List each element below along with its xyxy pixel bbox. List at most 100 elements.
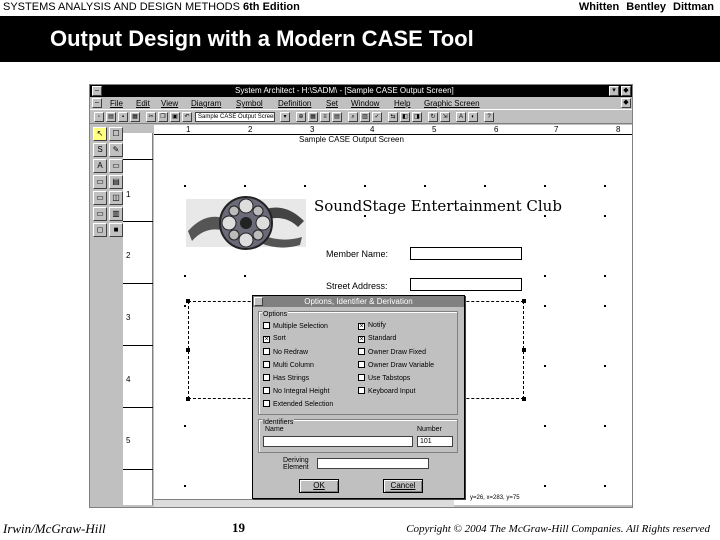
checkbox-has-strings[interactable]: Has Strings bbox=[263, 374, 309, 382]
undo-icon[interactable]: ↶ bbox=[182, 112, 192, 122]
checkbox-box-checked[interactable]: × bbox=[358, 323, 365, 330]
copy-icon[interactable]: ❐ bbox=[158, 112, 168, 122]
checkbox-owner-draw-variable[interactable]: Owner Draw Variable bbox=[358, 361, 434, 369]
check-icon[interactable]: ✓ bbox=[372, 112, 382, 122]
print-icon[interactable]: ▦ bbox=[130, 112, 140, 122]
checkbox-box[interactable] bbox=[263, 374, 270, 381]
checkbox-box[interactable] bbox=[358, 374, 365, 381]
paste-icon[interactable]: ▣ bbox=[170, 112, 180, 122]
checkbox-sort[interactable]: × Sort bbox=[263, 335, 286, 343]
checkbox-owner-draw-fixed[interactable]: Owner Draw Fixed bbox=[358, 348, 426, 356]
checkbox-box[interactable] bbox=[358, 361, 365, 368]
film-reel-logo bbox=[186, 196, 306, 250]
cancel-button[interactable]: Cancel bbox=[383, 479, 423, 493]
checkbox-no-redraw[interactable]: No Redraw bbox=[263, 348, 308, 356]
cut-icon[interactable]: ✂ bbox=[146, 112, 156, 122]
menu-diagram[interactable]: Diagram bbox=[191, 99, 221, 108]
resize-handle[interactable] bbox=[522, 348, 526, 352]
system-menu-button[interactable]: – bbox=[92, 86, 102, 96]
menu-definition[interactable]: Definition bbox=[278, 99, 311, 108]
checkbox-box-checked[interactable]: × bbox=[263, 336, 270, 343]
text-tool-icon[interactable]: A bbox=[93, 159, 107, 173]
resize-handle[interactable] bbox=[186, 299, 190, 303]
checkbox-box[interactable] bbox=[263, 348, 270, 355]
ruler-v-mark: 5 bbox=[126, 436, 131, 445]
fill-tool-icon[interactable]: ■ bbox=[109, 223, 123, 237]
menu-file[interactable]: File bbox=[110, 99, 123, 108]
dropdown-arrow-icon[interactable]: ▾ bbox=[280, 112, 290, 122]
search-icon[interactable]: ⌕ bbox=[348, 112, 358, 122]
checkbox-box[interactable] bbox=[263, 361, 270, 368]
checkbox-standard[interactable]: × Standard bbox=[358, 335, 396, 343]
report-icon[interactable]: ▥ bbox=[360, 112, 370, 122]
menu-view[interactable]: View bbox=[161, 99, 178, 108]
document-menu-button[interactable]: – bbox=[92, 98, 102, 108]
checkbox-box[interactable] bbox=[263, 387, 270, 394]
member-name-field[interactable] bbox=[410, 247, 522, 260]
minimize-button[interactable]: ▾ bbox=[609, 86, 619, 96]
pointer-tool-icon[interactable]: ↖ bbox=[93, 127, 107, 141]
checkbox-use-tabstops[interactable]: Use Tabstops bbox=[358, 374, 410, 382]
number-input[interactable]: 101 bbox=[417, 436, 453, 447]
combo-tool-icon[interactable]: ◫ bbox=[109, 191, 123, 205]
dialog-system-menu-button[interactable] bbox=[254, 297, 263, 306]
box-tool-icon[interactable]: ☐ bbox=[109, 127, 123, 141]
encyclopedia-icon[interactable]: ◧ bbox=[400, 112, 410, 122]
maximize-button[interactable]: ◆ bbox=[621, 86, 631, 96]
open-file-icon[interactable]: ▤ bbox=[106, 112, 116, 122]
checkbox-label: Standard bbox=[368, 335, 397, 342]
button-tool-icon[interactable]: ▭ bbox=[93, 175, 107, 189]
resize-handle[interactable] bbox=[186, 348, 190, 352]
checkbox-extended-selection[interactable]: Extended Selection bbox=[263, 400, 333, 408]
new-file-icon[interactable]: ▫ bbox=[94, 112, 104, 122]
rect-tool-icon[interactable]: ◻ bbox=[93, 223, 107, 237]
window-title-bar: – System Architect - H:\SADM\ - [Sample … bbox=[90, 85, 632, 97]
street-address-field[interactable] bbox=[410, 278, 522, 291]
group-tool-icon[interactable]: ▭ bbox=[93, 207, 107, 221]
menu-edit[interactable]: Edit bbox=[136, 99, 150, 108]
checkbox-box[interactable] bbox=[263, 400, 270, 407]
link-icon[interactable]: ⇆ bbox=[388, 112, 398, 122]
save-icon[interactable]: ▪ bbox=[118, 112, 128, 122]
color-icon[interactable]: ◐ bbox=[468, 112, 478, 122]
checkbox-box[interactable] bbox=[358, 348, 365, 355]
menu-window[interactable]: Window bbox=[351, 99, 379, 108]
static-tool-icon[interactable]: S bbox=[93, 143, 107, 157]
frame-tool-icon[interactable]: ▭ bbox=[93, 191, 107, 205]
redraw-icon[interactable]: ↻ bbox=[428, 112, 438, 122]
pen-tool-icon[interactable]: ✎ bbox=[109, 143, 123, 157]
resize-handle[interactable] bbox=[522, 299, 526, 303]
menu-symbol[interactable]: Symbol bbox=[236, 99, 263, 108]
fit-icon[interactable]: ⇲ bbox=[440, 112, 450, 122]
ok-button[interactable]: OK bbox=[299, 479, 339, 493]
resize-handle[interactable] bbox=[522, 397, 526, 401]
resize-handle[interactable] bbox=[186, 397, 190, 401]
edit-field-tool-icon[interactable]: ▭ bbox=[109, 159, 123, 173]
document-restore-button[interactable]: ◆ bbox=[621, 98, 631, 108]
checkbox-box[interactable] bbox=[358, 387, 365, 394]
checkbox-label: Use Tabstops bbox=[368, 375, 411, 382]
diagram-selector[interactable]: Sample CASE Output Screen (Gr bbox=[195, 112, 275, 122]
menu-graphic-screen[interactable]: Graphic Screen bbox=[424, 99, 480, 108]
list-tool-icon[interactable]: ▤ bbox=[109, 175, 123, 189]
menu-help[interactable]: Help bbox=[394, 99, 410, 108]
view-icon[interactable]: ◨ bbox=[412, 112, 422, 122]
name-input[interactable] bbox=[263, 436, 413, 447]
grid-icon[interactable]: ▦ bbox=[308, 112, 318, 122]
checkbox-keyboard-input[interactable]: Keyboard Input bbox=[358, 387, 415, 395]
checkbox-multiple-selection[interactable]: Multiple Selection bbox=[263, 322, 328, 330]
deriving-element-input[interactable] bbox=[317, 458, 429, 469]
align-icon[interactable]: ≡ bbox=[320, 112, 330, 122]
scroll-tool-icon[interactable]: ▥ bbox=[109, 207, 123, 221]
checkbox-notify[interactable]: × Notify bbox=[358, 322, 386, 330]
horizontal-scrollbar[interactable] bbox=[154, 499, 454, 507]
help-icon[interactable]: ? bbox=[484, 112, 494, 122]
checkbox-box-checked[interactable]: × bbox=[358, 336, 365, 343]
checkbox-box[interactable] bbox=[263, 322, 270, 329]
zoom-icon[interactable]: ⊕ bbox=[296, 112, 306, 122]
properties-icon[interactable]: ▤ bbox=[332, 112, 342, 122]
menu-set[interactable]: Set bbox=[326, 99, 338, 108]
checkbox-multi-column[interactable]: Multi Column bbox=[263, 361, 314, 369]
checkbox-no-integral-height[interactable]: No Integral Height bbox=[263, 387, 329, 395]
font-icon[interactable]: A bbox=[456, 112, 466, 122]
